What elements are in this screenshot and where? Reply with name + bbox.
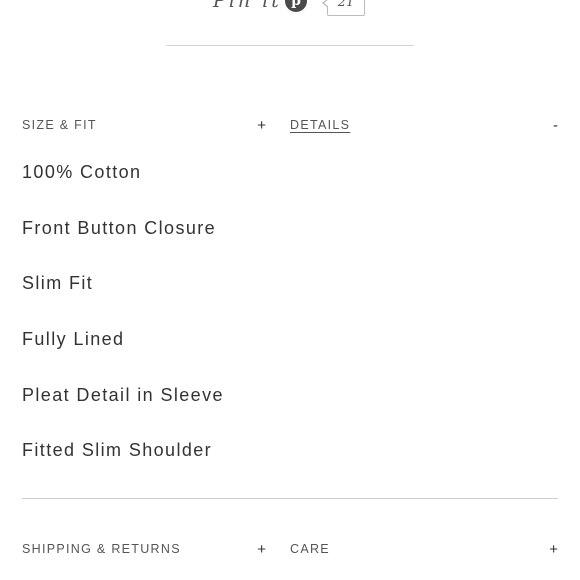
expand-icon[interactable]: + bbox=[257, 541, 266, 558]
accordion-shipping-returns[interactable]: SHIPPING & RETURNS + bbox=[22, 539, 266, 559]
pinterest-icon[interactable]: p bbox=[285, 0, 307, 12]
collapse-icon[interactable]: - bbox=[553, 117, 558, 134]
expand-icon[interactable]: + bbox=[549, 541, 558, 558]
list-item: Fully Lined bbox=[22, 329, 125, 350]
list-item: Slim Fit bbox=[22, 273, 94, 294]
accordion-details-label: DETAILS bbox=[290, 118, 351, 132]
pin-count-badge: 21 bbox=[322, 0, 365, 16]
accordion-shipping-label: SHIPPING & RETURNS bbox=[22, 542, 181, 556]
pin-it-label[interactable]: Pin it bbox=[213, 0, 282, 12]
accordion-size-fit[interactable]: SIZE & FIT + bbox=[22, 115, 266, 135]
divider bbox=[166, 45, 414, 46]
accordion-care-label: CARE bbox=[290, 542, 330, 556]
expand-icon[interactable]: + bbox=[257, 117, 266, 134]
accordion-care[interactable]: CARE + bbox=[290, 539, 558, 559]
divider bbox=[22, 498, 558, 499]
pin-it-row: Pin it p 21 bbox=[0, 0, 580, 18]
list-item: 100% Cotton bbox=[22, 162, 142, 182]
accordion-details[interactable]: DETAILS - bbox=[290, 115, 558, 135]
list-item: Front Button Closure bbox=[22, 217, 217, 238]
list-item: Pleat Detail in Sleeve bbox=[22, 384, 224, 405]
list-item: Fitted Slim Shoulder bbox=[22, 440, 213, 461]
accordion-size-fit-label: SIZE & FIT bbox=[22, 118, 97, 132]
details-list: 100% Cotton Front Button Closure Slim Fi… bbox=[22, 160, 224, 494]
